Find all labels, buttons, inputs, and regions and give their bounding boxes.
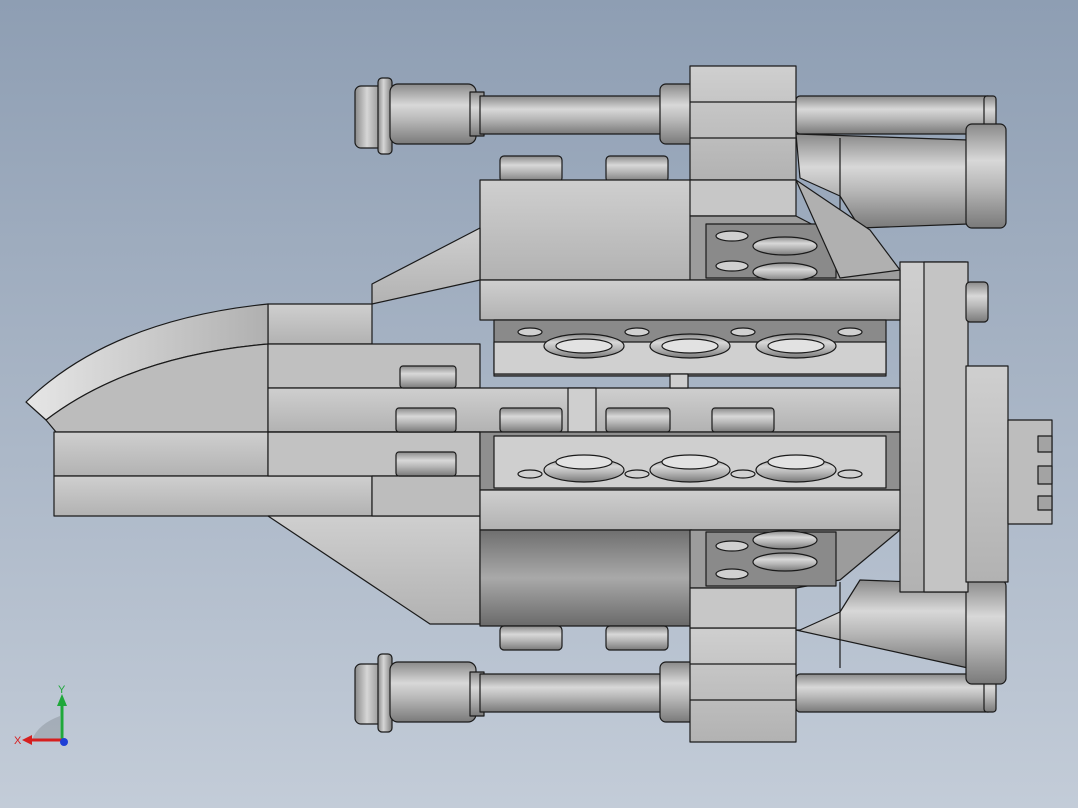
lego-ship-model[interactable] [0, 0, 1078, 808]
rear-plates [899, 261, 1053, 593]
orientation-triad: X Y [14, 684, 68, 747]
y-axis-label: Y [58, 684, 66, 696]
upper-tube-plate [479, 279, 901, 377]
x-axis-arrowhead [22, 735, 32, 745]
graphics-viewport[interactable]: X Y [0, 0, 1078, 808]
lower-tube-plate [479, 431, 901, 531]
x-axis-label: X [14, 735, 22, 747]
lower-engine [795, 579, 1007, 685]
triad-plane-icon [32, 716, 60, 740]
z-axis-origin [60, 738, 68, 746]
